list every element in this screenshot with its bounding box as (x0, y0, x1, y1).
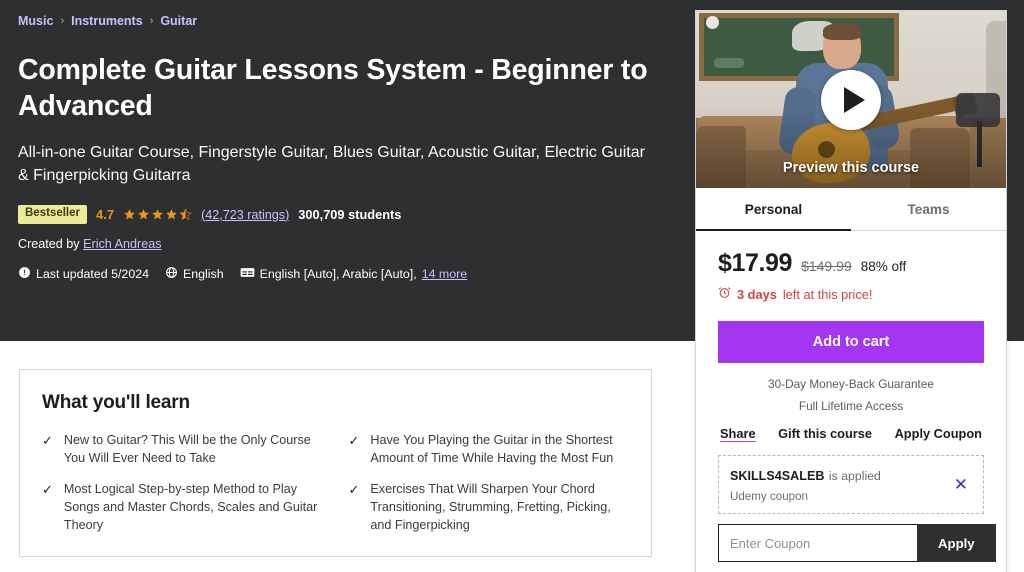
list-item-label: Have You Playing the Guitar in the Short… (370, 433, 614, 466)
last-updated-meta: Last updated 5/2024 (18, 266, 149, 282)
applied-coupon-suffix: is applied (828, 469, 881, 483)
language-text: English (183, 266, 224, 281)
what-you-will-learn-list: ✓ New to Guitar? This Will be the Only C… (42, 431, 627, 534)
breadcrumb-item-instruments[interactable]: Instruments (71, 14, 143, 28)
breadcrumb-item-guitar[interactable]: Guitar (160, 14, 197, 28)
list-item-label: New to Guitar? This Will be the Only Cou… (63, 433, 311, 466)
purchase-panel-body: $17.99 $149.99 88% off 3 days left at th… (696, 231, 1006, 572)
preview-label: Preview this course (782, 160, 920, 176)
applied-coupon-text: SKILLS4SALEB is applied Udemy coupon (730, 465, 881, 504)
applied-coupon-box: SKILLS4SALEB is applied Udemy coupon ✕ (718, 455, 984, 515)
students-count: 300,709 students (298, 207, 402, 223)
list-item: ✓ New to Guitar? This Will be the Only C… (42, 431, 321, 468)
language-meta: English (165, 266, 224, 282)
rating-value: 4.7 (95, 207, 115, 223)
check-icon: ✓ (348, 433, 360, 448)
course-landing-page: Music › Instruments › Guitar Complete Gu… (0, 0, 1024, 572)
tab-teams[interactable]: Teams (851, 188, 1006, 231)
breadcrumb: Music › Instruments › Guitar (18, 14, 670, 28)
captions-more-link[interactable]: 14 more (422, 267, 467, 281)
play-triangle (843, 86, 865, 113)
page-title: Complete Guitar Lessons System - Beginne… (18, 54, 648, 123)
list-item-label: Exercises That Will Sharpen Your Chord T… (370, 481, 611, 533)
breadcrumb-separator: › (60, 15, 65, 27)
star-rating-icon (123, 208, 192, 221)
money-back-guarantee: 30-Day Money-Back Guarantee (768, 377, 934, 391)
apply-coupon-button[interactable]: Apply Coupon (895, 426, 982, 441)
current-price: $17.99 (718, 249, 793, 277)
check-icon: ✓ (42, 481, 53, 497)
last-updated-text: Last updated 5/2024 (36, 266, 149, 281)
list-item: ✓ Most Logical Step-by-step Method to Pl… (42, 480, 321, 535)
countdown-days: 3 days (737, 286, 777, 302)
course-preview-video[interactable]: Preview this course (696, 11, 1006, 188)
price-row: $17.99 $149.99 88% off (718, 249, 984, 278)
gift-course-button[interactable]: Gift this course (778, 426, 872, 441)
purchase-tabs: Personal Teams (696, 188, 1006, 231)
tab-personal[interactable]: Personal (696, 188, 851, 231)
applied-coupon-source: Udemy coupon (730, 489, 808, 503)
instructor-row: Created by Erich Andreas (18, 237, 670, 251)
rating-row: Bestseller 4.7 (42,723 ratings) 300,709 … (18, 205, 670, 224)
check-icon: ✓ (42, 433, 53, 448)
course-meta-row: Last updated 5/2024 English English [Aut… (18, 266, 670, 282)
lifetime-access-text: Full Lifetime Access (798, 399, 904, 413)
share-row: Share Gift this course Apply Coupon (718, 426, 984, 441)
share-button[interactable]: Share (720, 426, 756, 441)
remove-coupon-icon[interactable]: ✕ (950, 476, 972, 493)
created-by-label: Created by (18, 236, 80, 251)
breadcrumb-separator: › (149, 15, 154, 27)
applied-coupon-code: SKILLS4SALEB (730, 469, 825, 483)
coupon-input[interactable] (718, 524, 917, 563)
what-you-will-learn-card: What you'll learn ✓ New to Guitar? This … (19, 369, 652, 557)
list-item-label: Most Logical Step-by-step Method to Play… (63, 481, 318, 533)
purchase-panel: Preview this course Personal Teams $17.9… (695, 10, 1007, 572)
closed-caption-icon (240, 266, 255, 282)
alarm-clock-icon (718, 286, 731, 302)
check-icon: ✓ (348, 481, 360, 497)
coupon-entry-row: Apply (718, 524, 996, 563)
breadcrumb-item-music[interactable]: Music (18, 14, 53, 28)
ratings-count-link[interactable]: (42,723 ratings) (201, 208, 289, 222)
course-subtitle: All-in-one Guitar Course, Fingerstyle Gu… (18, 143, 645, 184)
discount-percent: 88% off (860, 259, 907, 274)
instructor-link[interactable]: Erich Andreas (83, 237, 161, 251)
status-badge-bestseller: Bestseller (18, 205, 87, 224)
globe-icon (165, 266, 178, 282)
price-countdown: 3 days left at this price! (718, 286, 984, 302)
list-item: ✓ Exercises That Will Sharpen Your Chord… (349, 480, 628, 535)
what-you-will-learn-title: What you'll learn (42, 392, 190, 413)
original-price: $149.99 (801, 258, 852, 274)
half-star-icon (179, 208, 192, 221)
apply-coupon-submit-button[interactable]: Apply (917, 524, 996, 563)
add-to-cart-button[interactable]: Add to cart (718, 321, 984, 363)
captions-text: English [Auto], Arabic [Auto], (259, 266, 417, 281)
info-circle-icon (18, 266, 31, 282)
countdown-text: left at this price! (782, 286, 873, 302)
captions-meta: English [Auto], Arabic [Auto], 14 more (240, 266, 467, 282)
list-item: ✓ Have You Playing the Guitar in the Sho… (349, 431, 628, 468)
play-icon[interactable] (821, 69, 881, 130)
